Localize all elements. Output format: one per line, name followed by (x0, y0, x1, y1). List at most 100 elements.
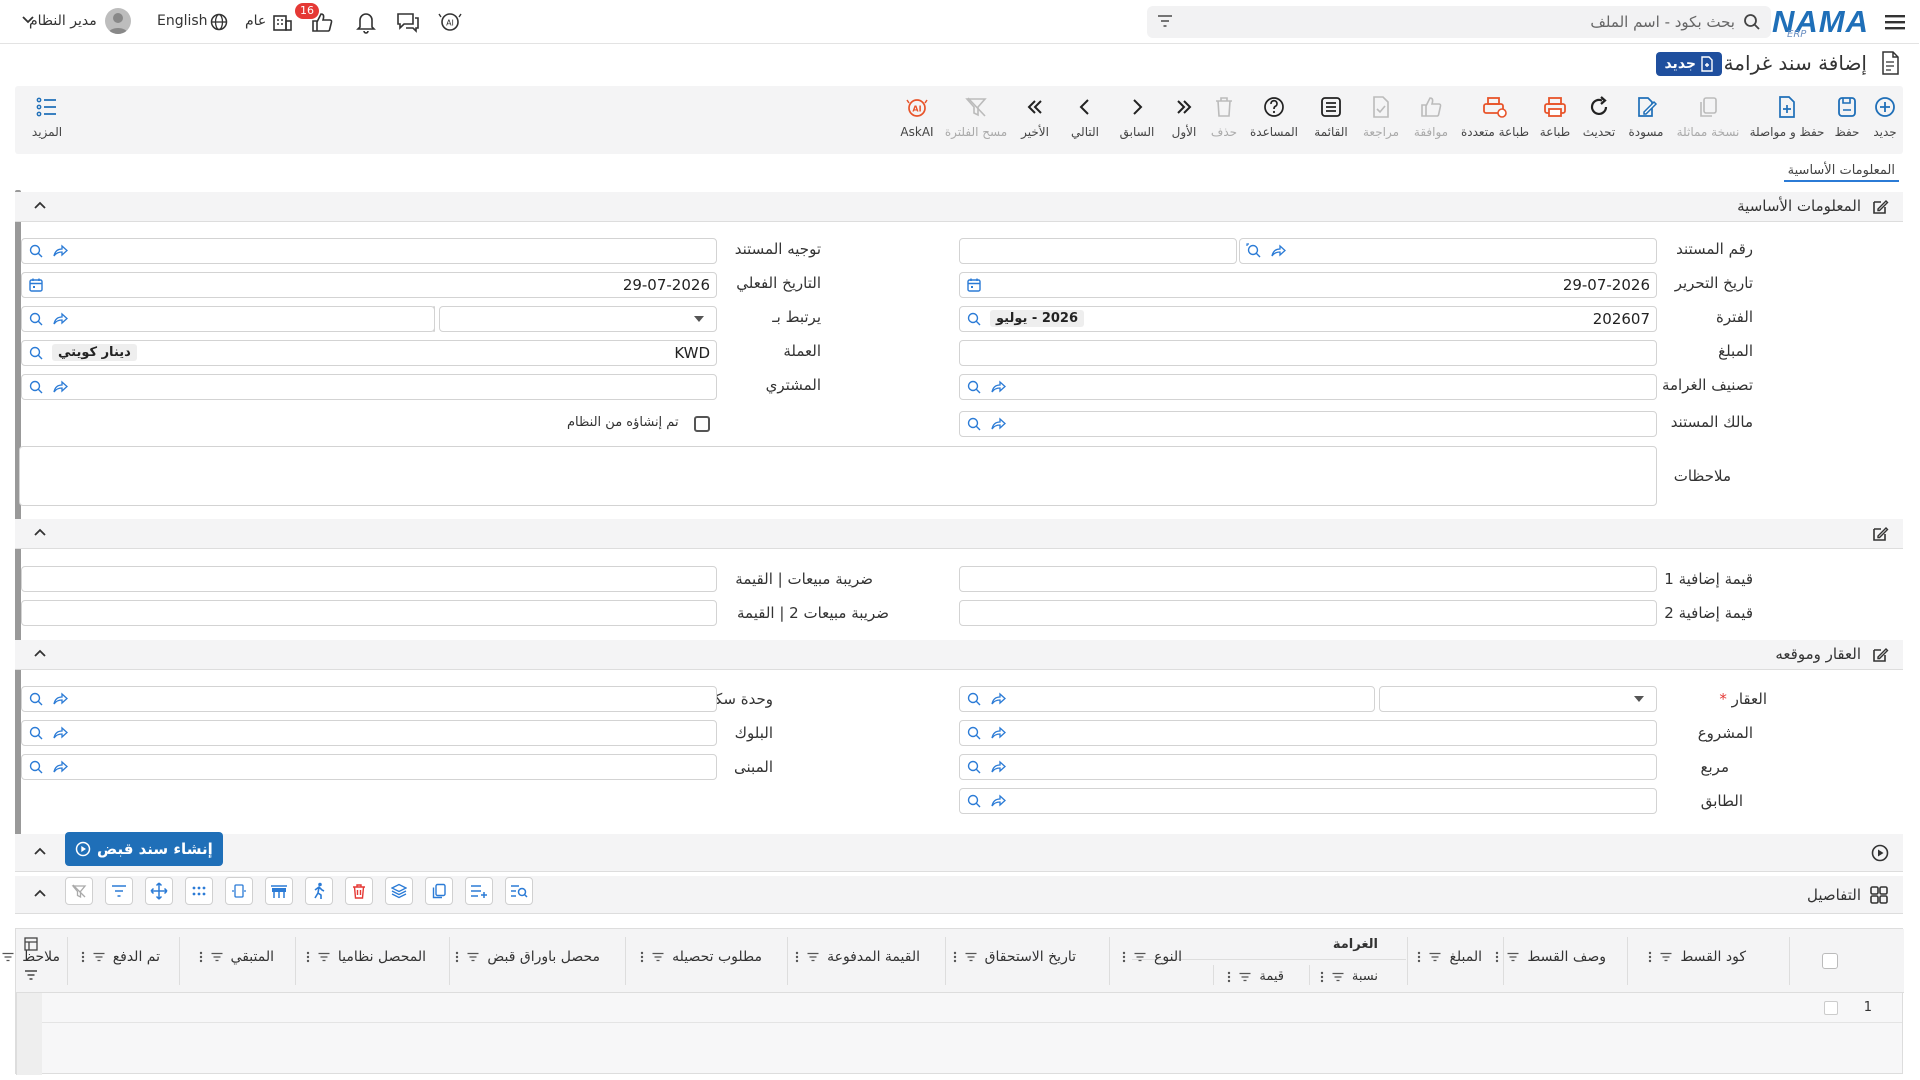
share-icon[interactable] (53, 379, 69, 395)
edit-section-icon[interactable] (1872, 525, 1890, 543)
grid-dots-button[interactable] (186, 877, 214, 905)
grid-move-button[interactable] (146, 877, 174, 905)
calendar-icon[interactable] (29, 277, 45, 293)
delete-button[interactable]: حذف (1208, 92, 1242, 150)
share-icon[interactable] (53, 691, 69, 707)
bell-icon[interactable] (354, 10, 380, 34)
unit-field[interactable] (22, 686, 718, 712)
column-filter-icon[interactable] (468, 952, 480, 962)
column-menu-icon[interactable] (954, 951, 958, 963)
column-header-required[interactable]: مطلوب تحصيله (641, 949, 763, 965)
column-menu-icon[interactable] (307, 951, 311, 963)
chevron-up-icon[interactable] (34, 846, 48, 856)
grid-add-rows-button[interactable] (466, 877, 494, 905)
column-header-type[interactable]: النوع (1123, 949, 1183, 965)
square-field[interactable] (960, 754, 1658, 780)
section-actions[interactable] (16, 834, 1904, 872)
column-menu-icon[interactable] (1649, 951, 1653, 963)
multi-print-button[interactable]: طباعة متعددة (1460, 92, 1532, 150)
search-icon[interactable] (29, 243, 45, 259)
help-button[interactable]: المساعدة (1246, 92, 1304, 150)
table-row[interactable]: 1 (43, 993, 1903, 1023)
filter-icon[interactable] (25, 969, 39, 981)
search-icon[interactable] (29, 345, 45, 361)
grid-delete-button[interactable] (346, 877, 374, 905)
refresh-button[interactable]: تحديث (1580, 92, 1620, 150)
user-avatar[interactable] (106, 8, 132, 34)
first-button[interactable]: الأول (1166, 92, 1204, 150)
last-button[interactable]: الأخير (1014, 92, 1058, 150)
column-menu-icon[interactable] (1496, 951, 1500, 963)
doc-direction-field[interactable] (22, 238, 718, 264)
amount-field[interactable] (960, 340, 1658, 366)
doc-owner-field[interactable] (960, 411, 1658, 437)
column-filter-icon[interactable] (1333, 972, 1345, 982)
column-filter-icon[interactable] (1430, 952, 1442, 962)
column-menu-icon[interactable] (1418, 951, 1422, 963)
chevron-down-icon[interactable] (10, 15, 36, 39)
chevron-up-icon[interactable] (34, 888, 48, 898)
column-header-code[interactable]: كود القسط (1649, 949, 1747, 965)
column-filter-icon[interactable] (966, 952, 978, 962)
linked-to-field[interactable] (22, 306, 436, 332)
column-filter-icon[interactable] (212, 952, 224, 962)
edit-section-icon[interactable] (1872, 198, 1890, 216)
column-menu-icon[interactable] (1321, 971, 1325, 983)
column-header-ratio[interactable]: نسبة (1321, 969, 1379, 984)
grid-layers-button[interactable] (386, 877, 414, 905)
select-all-checkbox[interactable] (1823, 953, 1839, 969)
grid-run-button[interactable] (306, 877, 334, 905)
doc-number-field[interactable] (1240, 238, 1658, 264)
search-icon[interactable] (29, 379, 45, 395)
column-menu-icon[interactable] (1228, 971, 1232, 983)
column-header-system-collected[interactable]: المحصل نظاميا (307, 949, 427, 965)
column-filter-icon[interactable] (808, 952, 820, 962)
column-chooser-icon[interactable] (25, 937, 39, 951)
column-filter-icon[interactable] (1240, 972, 1252, 982)
column-menu-icon[interactable] (796, 951, 800, 963)
share-icon[interactable] (991, 793, 1007, 809)
column-menu-icon[interactable] (641, 951, 645, 963)
linked-to-type-select[interactable] (440, 306, 718, 332)
previous-button[interactable]: السابق (1114, 92, 1162, 150)
period-field[interactable]: 202607 2026 - يوليو (960, 306, 1658, 332)
scope-label[interactable]: عام (246, 13, 267, 29)
edit-section-icon[interactable] (1872, 646, 1890, 664)
share-icon[interactable] (991, 416, 1007, 432)
column-menu-icon[interactable] (1123, 951, 1127, 963)
ai-assistant-icon[interactable]: AI (438, 10, 464, 34)
column-header-due-date[interactable]: تاريخ الاستحقاق (954, 949, 1077, 965)
row-checkbox[interactable] (1825, 1001, 1839, 1015)
chat-icon[interactable] (396, 10, 422, 34)
issue-date-field[interactable]: 29-07-2026 (960, 272, 1658, 298)
search-icon[interactable] (29, 311, 45, 327)
search-icon[interactable] (967, 416, 983, 432)
column-header-paid[interactable]: القيمة المدفوعة (796, 949, 921, 965)
clear-filter-button[interactable]: مسح الفلترة (944, 92, 1010, 150)
company-icon[interactable] (270, 10, 296, 34)
column-filter-icon[interactable] (3, 952, 15, 962)
extra-value-2-field[interactable] (960, 600, 1658, 626)
notes-textarea[interactable] (20, 446, 1658, 506)
column-filter-icon[interactable] (1135, 952, 1147, 962)
currency-field[interactable]: KWD دينار كويتي (22, 340, 718, 366)
search-icon[interactable] (967, 793, 983, 809)
search-icon[interactable] (1247, 243, 1263, 259)
column-filter-icon[interactable] (319, 952, 331, 962)
save-continue-button[interactable]: حفظ و مواصلة (1748, 92, 1828, 150)
chevron-up-icon[interactable] (34, 648, 48, 658)
play-circle-icon[interactable] (1872, 844, 1890, 862)
search-icon[interactable] (967, 311, 983, 327)
language-switch[interactable]: English (158, 13, 209, 29)
askai-button[interactable]: AI AskAI (896, 92, 940, 150)
floor-field[interactable] (960, 788, 1658, 814)
share-icon[interactable] (53, 759, 69, 775)
review-button[interactable]: مراجعة (1360, 92, 1404, 150)
grid-filter-button[interactable] (106, 877, 134, 905)
section-basic-info[interactable]: المعلومات الأساسية (16, 192, 1904, 222)
column-header-desc[interactable]: وصف القسط (1496, 949, 1607, 965)
extra-value-1-field[interactable] (960, 566, 1658, 592)
share-icon[interactable] (991, 379, 1007, 395)
sales-tax-2-field[interactable] (22, 600, 718, 626)
project-field[interactable] (960, 720, 1658, 746)
